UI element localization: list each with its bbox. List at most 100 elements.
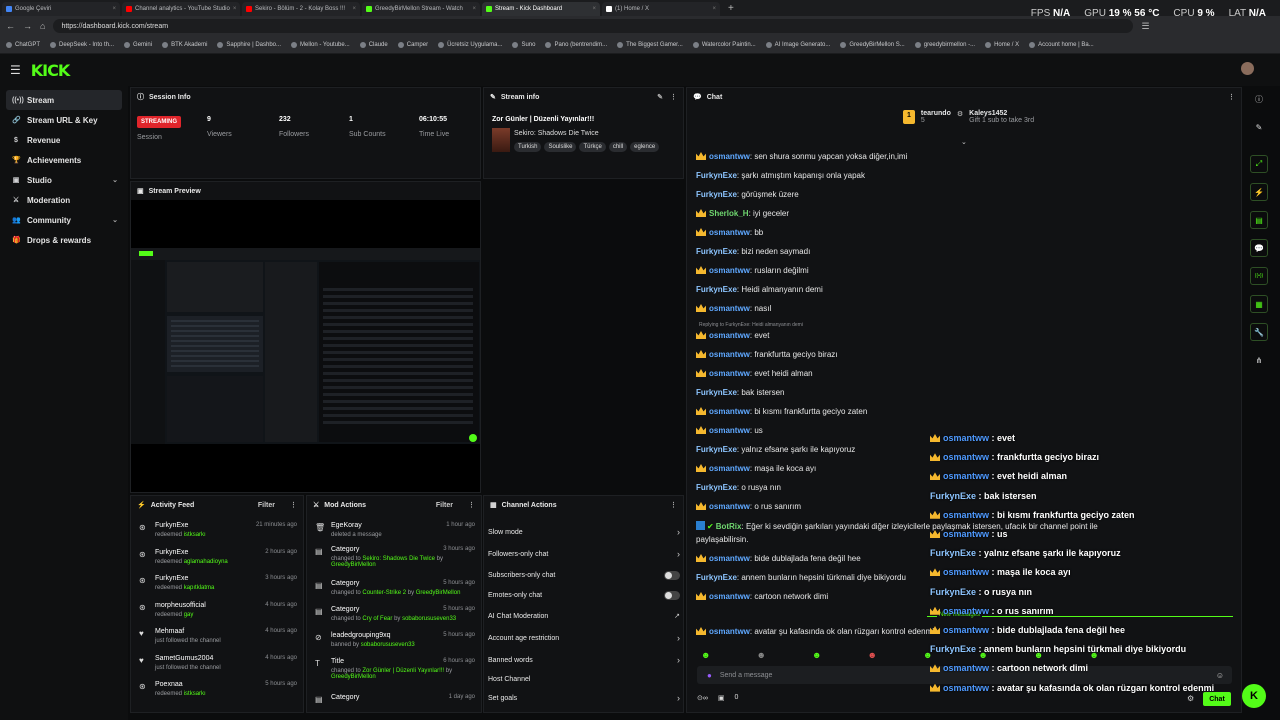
bookmark-item[interactable]: BTK Akademi xyxy=(162,41,207,48)
bookmark-item[interactable]: Account home | Ba... xyxy=(1029,41,1094,48)
chat-username[interactable]: FurkynExe xyxy=(696,190,737,199)
close-icon[interactable]: × xyxy=(472,6,476,12)
bookmark-item[interactable]: Pano (bentrendim... xyxy=(545,41,607,48)
browser-tab[interactable]: Google Çeviri × xyxy=(2,2,120,16)
chat-username[interactable]: FurkynExe xyxy=(696,171,737,180)
chevron-right-icon[interactable]: › xyxy=(677,527,680,537)
chevron-right-icon[interactable]: › xyxy=(677,549,680,559)
lightning-icon[interactable]: ⚡ xyxy=(1250,183,1268,201)
close-icon[interactable]: × xyxy=(592,6,596,12)
stream-tag[interactable]: chill xyxy=(608,142,628,152)
chat-message[interactable]: osmantww: nasıl xyxy=(696,304,771,313)
sidebar-item-revenue[interactable]: $ Revenue xyxy=(0,130,128,150)
channel-action-host-channel[interactable]: Host Channel xyxy=(488,669,680,689)
kick-logo[interactable]: KICK xyxy=(31,61,70,80)
browser-tab[interactable]: Stream - Kick Dashboard × xyxy=(482,2,600,16)
chat-bubble-icon[interactable]: 💬 xyxy=(1250,239,1268,257)
chat-username[interactable]: osmantww xyxy=(709,502,750,511)
chevron-down-icon[interactable]: ⌄ xyxy=(112,176,118,184)
chevron-right-icon[interactable]: › xyxy=(677,633,680,643)
info-icon[interactable]: ⓘ xyxy=(1250,90,1268,108)
more-icon[interactable]: ⋮ xyxy=(670,501,677,509)
expand-icon[interactable]: ⤢ xyxy=(1250,155,1268,173)
chevron-right-icon[interactable]: › xyxy=(677,655,680,665)
chat-message[interactable]: osmantww: bide dublajlada fena değil hee xyxy=(696,554,861,563)
chat-username[interactable]: osmantww xyxy=(709,627,750,636)
chat-username[interactable]: osmantww xyxy=(709,331,750,340)
chat-message[interactable]: osmantww: bi kısmı frankfurtta geciyo za… xyxy=(696,407,867,416)
chat-message[interactable]: paylaşabilirsin. xyxy=(696,535,748,544)
broadcast-icon[interactable]: ((•)) xyxy=(1250,267,1268,285)
chat-message[interactable]: osmantww: evet xyxy=(696,331,769,340)
chat-username[interactable]: osmantww xyxy=(709,426,750,435)
chat-username[interactable]: osmantww xyxy=(709,554,750,563)
list-item[interactable]: ♥ SametGumus2004 just followed the channel… xyxy=(139,653,297,679)
bookmark-item[interactable]: greedybirmellon -... xyxy=(914,41,975,48)
chat-message[interactable]: FurkynExe: bizi neden saymadı xyxy=(696,247,810,256)
list-item[interactable]: ⊛ Poexnaa redeemed istksarkı 5 hours ago xyxy=(139,679,297,705)
edit-icon[interactable]: ✎ xyxy=(657,93,663,101)
list-item[interactable]: ▤ Category changed to Sekiro: Shadows Die … xyxy=(315,544,475,570)
channel-action-set-goals[interactable]: Set goals › xyxy=(488,688,680,708)
sidebar-item-stream-url-key[interactable]: 🔗 Stream URL & Key xyxy=(0,110,128,130)
toggle-switch[interactable] xyxy=(664,590,680,600)
chat-username[interactable]: osmantww xyxy=(709,592,750,601)
more-icon[interactable]: ⋮ xyxy=(1228,93,1235,101)
sidebar-item-achievements[interactable]: 🏆 Achievements xyxy=(0,150,128,170)
chat-username[interactable]: osmantww xyxy=(709,464,750,473)
bookmark-item[interactable]: Suno xyxy=(512,41,535,48)
chat-username[interactable]: FurkynExe xyxy=(696,445,737,454)
channel-action-followers-only-chat[interactable]: Followers-only chat › xyxy=(488,544,680,564)
more-icon[interactable]: ⋮ xyxy=(290,501,297,509)
list-item[interactable]: ▤ Category 1 day ago xyxy=(315,692,475,712)
stream-tag[interactable]: Soulslike xyxy=(544,142,577,152)
chevron-down-icon[interactable]: ⌄ xyxy=(112,216,118,224)
list-item[interactable]: ♥ Mehmaaf just followed the channel 4 hours… xyxy=(139,626,297,652)
bookmark-item[interactable]: ChatGPT xyxy=(6,41,40,48)
stream-tag[interactable]: Turkish xyxy=(514,142,542,152)
chat-message[interactable]: osmantww: avatar şu kafasında ok olan rü… xyxy=(696,627,934,636)
document-icon[interactable]: ▤ xyxy=(1250,211,1268,229)
chat-message[interactable]: ✔ BotRix: Eğer ki sevdiğin şarkıları yayı… xyxy=(696,521,1098,531)
list-item[interactable]: 🗑 EgeKoray deleted a message 1 hour ago xyxy=(315,520,475,546)
avatar[interactable] xyxy=(1241,62,1254,75)
chat-message[interactable]: FurkynExe: şarkı atmıştım kapanışı onla … xyxy=(696,171,865,180)
chat-username[interactable]: FurkynExe xyxy=(696,285,737,294)
close-icon[interactable]: × xyxy=(352,6,356,12)
emoji-icon[interactable]: ☺ xyxy=(1216,671,1224,680)
emote-icon[interactable]: ☻ xyxy=(867,650,876,660)
bookmark-item[interactable]: Watercolor Paintin... xyxy=(692,41,756,48)
chat-message[interactable]: osmantww: us xyxy=(696,426,763,435)
extensions-icon[interactable]: ☰ xyxy=(1141,21,1149,32)
chat-message[interactable]: FurkynExe: o rusya nın xyxy=(696,483,781,492)
chevron-down-icon[interactable]: ⌄ xyxy=(961,138,967,146)
browser-tab[interactable]: (1) Home / X × xyxy=(602,2,720,16)
sidebar-item-stream[interactable]: ((•)) Stream xyxy=(6,90,122,110)
emote-icon[interactable]: ☻ xyxy=(756,650,765,660)
chat-username[interactable]: osmantww xyxy=(709,350,750,359)
chat-username[interactable]: osmantww xyxy=(709,304,750,313)
chat-message[interactable]: FurkynExe: annem bunların hepsini türkma… xyxy=(696,573,906,582)
bookmark-item[interactable]: Claude xyxy=(359,41,388,48)
edit-icon[interactable]: ✎ xyxy=(1250,118,1268,136)
close-icon[interactable]: × xyxy=(233,6,237,12)
chat-username[interactable]: osmantww xyxy=(709,228,750,237)
bookmark-item[interactable]: Gemini xyxy=(124,41,152,48)
stream-preview-video[interactable] xyxy=(131,248,480,444)
chat-message[interactable]: FurkynExe: Heidi almanyanın demi xyxy=(696,285,823,294)
url-field[interactable]: https://dashboard.kick.com/stream xyxy=(53,19,1134,33)
emote-icon[interactable]: ☻ xyxy=(812,650,821,660)
chat-message[interactable]: osmantww: o rus sanırım xyxy=(696,502,801,511)
new-tab-button[interactable]: + xyxy=(728,3,734,14)
chat-message[interactable]: osmantww: sen shura sonmu yapcan yoksa d… xyxy=(696,152,907,161)
chat-message[interactable]: osmantww: bb xyxy=(696,228,763,237)
infinity-icon[interactable]: ⊙∞ xyxy=(697,694,708,702)
chat-username[interactable]: FurkynExe xyxy=(696,388,737,397)
chat-message[interactable]: osmantww: maşa ile koca ayı xyxy=(696,464,816,473)
close-icon[interactable]: × xyxy=(712,6,716,12)
chat-send-button[interactable]: Chat xyxy=(1203,692,1231,706)
channel-action-emotes-only-chat[interactable]: Emotes-only chat xyxy=(488,585,680,605)
bookmark-item[interactable]: The Biggest Gamer... xyxy=(617,41,683,48)
list-item[interactable]: ⊛ FurkynExe redeemed istksarkı 21 minutes a… xyxy=(139,520,297,546)
chat-username[interactable]: FurkynExe xyxy=(696,483,737,492)
